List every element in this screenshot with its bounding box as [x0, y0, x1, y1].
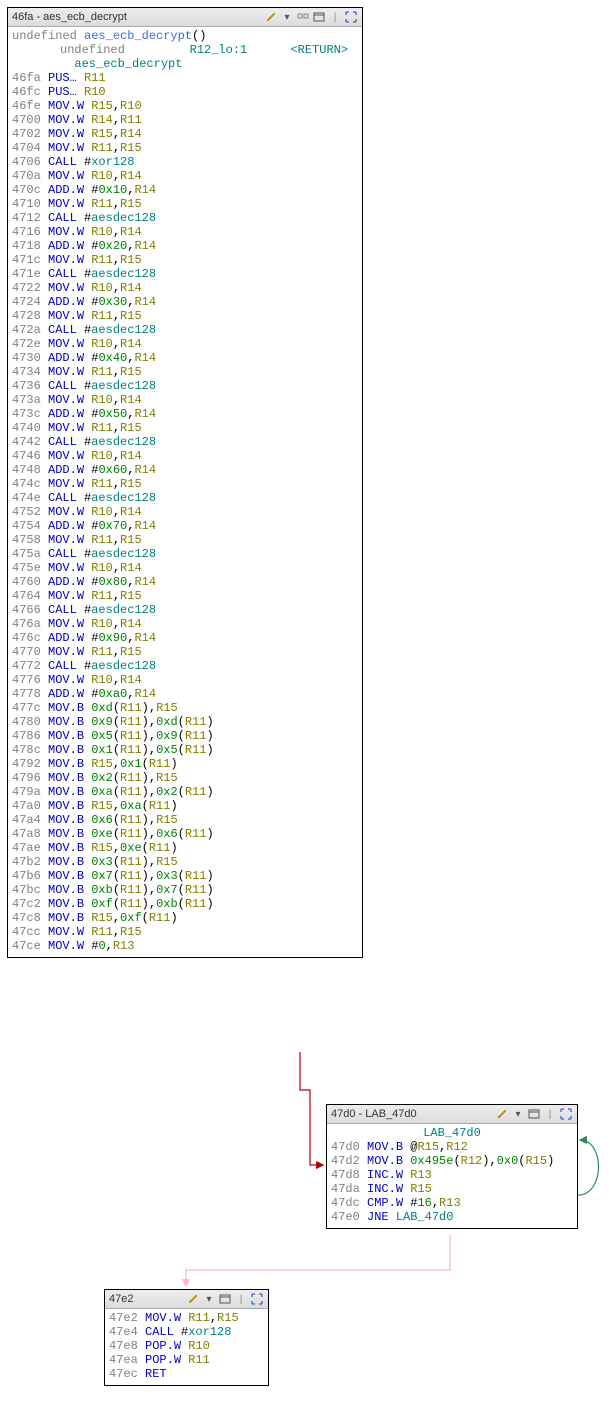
branch-arrow [0, 0, 612, 1407]
